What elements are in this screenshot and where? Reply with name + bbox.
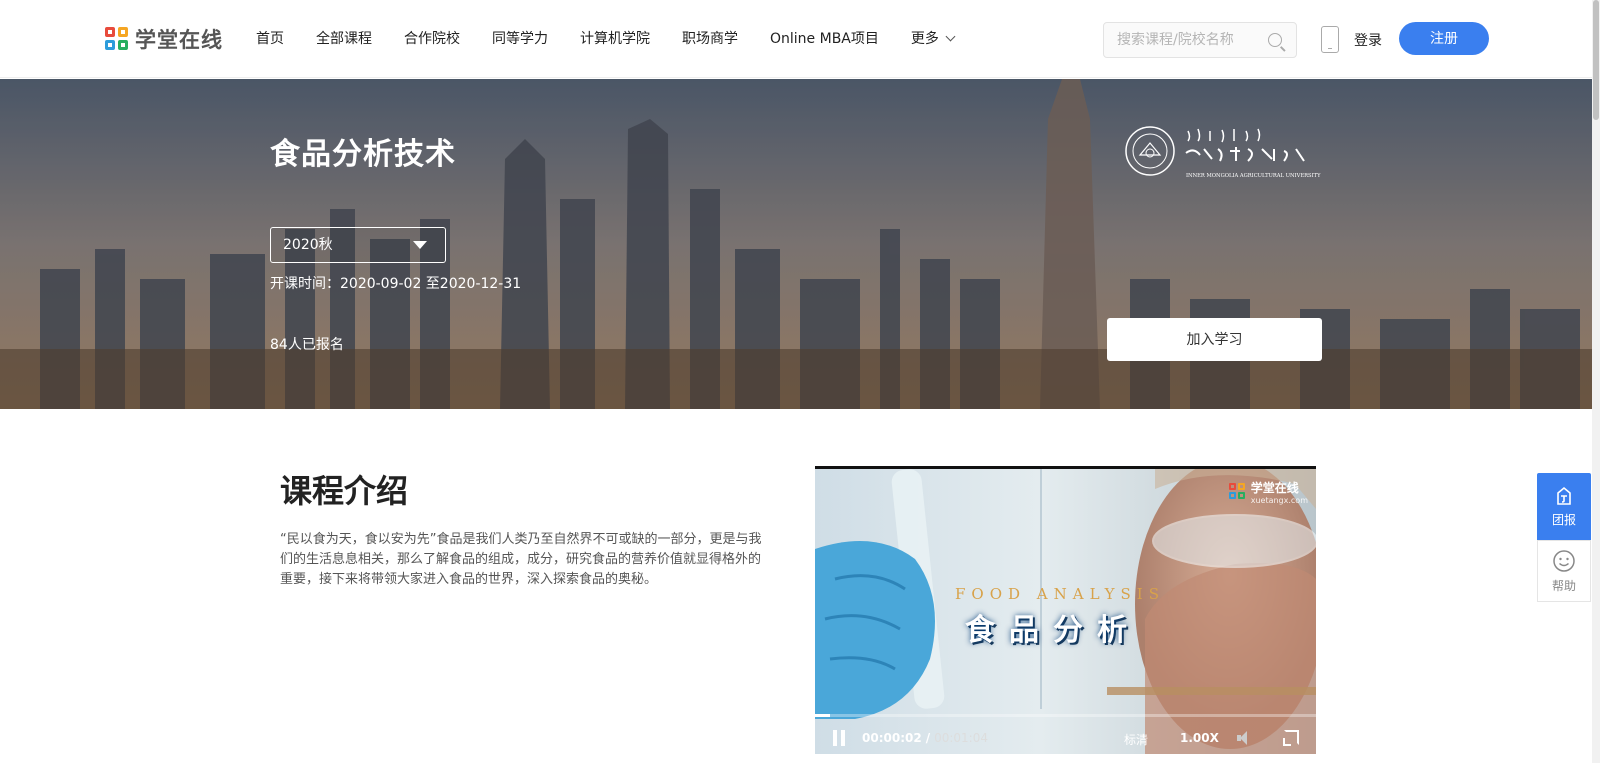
- quality-selector[interactable]: 标清: [1124, 731, 1148, 748]
- join-course-button[interactable]: 加入学习: [1107, 318, 1322, 361]
- enrolled-count: 84人已报名: [270, 337, 344, 353]
- volume-icon[interactable]: [1237, 731, 1253, 745]
- course-banner: 食品分析技术 2020秋 开课时间：2020-09-02 至2020-12-31…: [0, 79, 1592, 409]
- course-intro-text: “民以食为天，食以安为先”食品是我们人类乃至自然界不可或缺的一部分，更是与我们的…: [280, 532, 762, 587]
- site-header: 学堂在线 首页 全部课程 合作院校 同等学力 计算机学院 职场商学 Online…: [0, 0, 1600, 78]
- nav-item-computer-school[interactable]: 计算机学院: [580, 28, 650, 48]
- xuetang-logo-icon: [1228, 483, 1247, 501]
- video-title-en: FOOD ANALYSIS: [955, 585, 1165, 603]
- video-time: 00:00:02/00:01:04: [862, 731, 988, 745]
- watermark-text: 学堂在线: [1250, 481, 1299, 495]
- video-watermark: 学堂在线 xuetangx.com: [1228, 479, 1308, 505]
- nav-item-online-mba[interactable]: Online MBA项目: [770, 28, 879, 48]
- current-time: 00:00:02: [862, 731, 922, 745]
- fullscreen-icon[interactable]: [1283, 730, 1299, 746]
- nav-item-equivalent-degree[interactable]: 同等学力: [492, 28, 548, 48]
- help-button[interactable]: 帮助: [1537, 540, 1591, 602]
- scrollbar-thumb[interactable]: [1593, 0, 1599, 120]
- university-logo: INNER MONGOLIA AGRICULTURAL UNIVERSITY: [1124, 123, 1324, 181]
- mobile-app-icon[interactable]: [1321, 26, 1339, 53]
- speed-selector[interactable]: 1.00X: [1180, 731, 1219, 745]
- nav-item-career-business[interactable]: 职场商学: [682, 28, 738, 48]
- video-title-zh: 食品分析: [965, 613, 1141, 648]
- pause-icon[interactable]: [833, 730, 845, 746]
- logo-text: 学堂在线: [135, 28, 223, 52]
- nav-more-label: 更多: [910, 31, 939, 47]
- chevron-down-icon: [945, 31, 956, 41]
- term-select-value: 2020秋: [283, 237, 333, 253]
- nav-item-all-courses[interactable]: 全部课程: [316, 28, 372, 48]
- video-player[interactable]: 学堂在线 xuetangx.com FOOD ANALYSIS 食品分析 00:…: [815, 466, 1316, 754]
- section-title-intro: 课程介绍: [280, 472, 409, 510]
- group-enroll-button[interactable]: 团报: [1537, 473, 1591, 540]
- group-enroll-label: 团报: [1551, 513, 1576, 527]
- watermark-url: xuetangx.com: [1250, 496, 1308, 505]
- search-icon[interactable]: [1268, 33, 1282, 47]
- nav-item-partner-schools[interactable]: 合作院校: [404, 28, 460, 48]
- site-logo[interactable]: 学堂在线: [105, 24, 223, 54]
- search-box: [1103, 22, 1297, 58]
- logo-icon: [105, 27, 129, 51]
- video-duration: 00:01:04: [934, 731, 988, 745]
- course-open-time: 开课时间：2020-09-02 至2020-12-31: [270, 276, 522, 292]
- nav-item-home[interactable]: 首页: [256, 28, 284, 48]
- nav-item-more[interactable]: 更多: [910, 28, 956, 48]
- main-nav: 首页 全部课程 合作院校 同等学力 计算机学院 职场商学 Online MBA项…: [240, 28, 970, 48]
- group-enroll-icon: [1557, 486, 1571, 505]
- search-input[interactable]: [1104, 23, 1254, 57]
- login-link[interactable]: 登录: [1354, 30, 1382, 50]
- video-progress-bar[interactable]: [815, 714, 1316, 717]
- help-face-icon: [1553, 550, 1575, 572]
- term-select[interactable]: 2020秋: [270, 227, 446, 263]
- help-label: 帮助: [1551, 579, 1576, 593]
- page-scrollbar[interactable]: [1592, 0, 1600, 763]
- caret-down-icon: [413, 241, 427, 249]
- course-title: 食品分析技术: [270, 137, 456, 172]
- video-progress-fill: [815, 714, 831, 717]
- register-button[interactable]: 注册: [1399, 22, 1489, 55]
- video-controls: 00:00:02/00:01:04 标清 1.00X: [815, 719, 1316, 754]
- side-toolbar: 团报 帮助: [1537, 473, 1591, 602]
- city-skyline-image: [0, 79, 1592, 409]
- university-name-en: INNER MONGOLIA AGRICULTURAL UNIVERSITY: [1186, 173, 1321, 179]
